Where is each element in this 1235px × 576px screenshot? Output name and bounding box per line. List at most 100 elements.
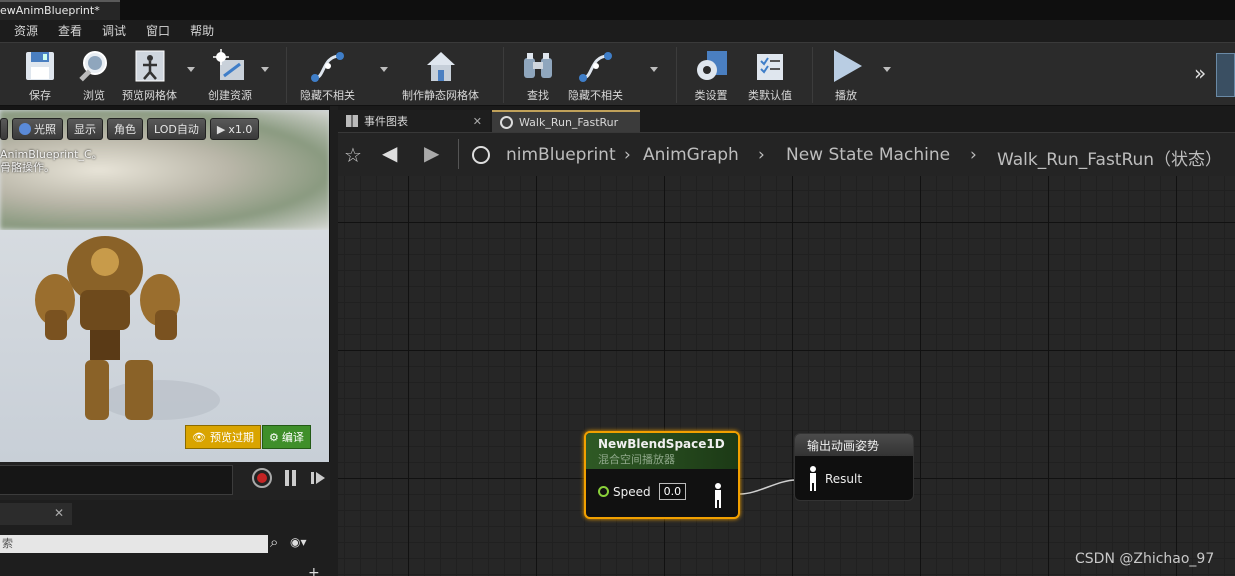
playback-speed-button[interactable]: ▶ x1.0 [209,118,260,140]
preview-mesh-dropdown-icon[interactable] [187,67,195,72]
node-header: NewBlendSpace1D 混合空间播放器 [586,433,738,469]
graph-tab-strip: 事件图表 ✕ Walk_Run_FastRur [338,106,1235,132]
breadcrumb-separator: › [758,145,765,165]
pause-button[interactable] [284,470,298,486]
panel-splitter[interactable] [330,106,338,576]
create-asset-dropdown-icon[interactable] [261,67,269,72]
lower-panel-tab[interactable]: ✕ [0,503,72,525]
close-icon[interactable]: ✕ [54,506,64,520]
toolbar: 保存 浏览 预览网格体 创建资源 隐藏不相关 制作静态网格体 查找 隐藏不相关 … [0,42,1235,106]
class-defaults-button[interactable]: 类默认值 [748,47,792,103]
favorite-star-icon[interactable]: ☆ [344,143,362,167]
breadcrumb-state-machine[interactable]: New State Machine [786,145,950,165]
back-arrow-icon[interactable]: ◀ [382,141,397,165]
magnifier-icon [74,47,114,85]
timeline-scrubber[interactable] [0,465,233,495]
title-bar: ewAnimBlueprint* [0,0,1235,20]
browse-button[interactable]: 浏览 [74,47,114,103]
class-settings-button[interactable]: 类设置 [691,47,731,103]
play-button[interactable]: 播放 [826,47,866,103]
tab-state-graph[interactable]: Walk_Run_FastRur [492,110,640,132]
search-icon[interactable]: ⌕ [270,533,278,551]
speed-pin-row: Speed 0.0 [598,483,687,500]
toolbar-thumbnail [1216,53,1235,97]
step-forward-icon [311,472,325,484]
toolbar-divider [286,47,287,103]
menu-window[interactable]: 窗口 [136,20,180,42]
speed-pin-label: Speed [613,484,651,499]
record-button[interactable] [252,468,272,488]
menu-view[interactable]: 查看 [48,20,92,42]
node-title: 输出动画姿势 [795,434,913,456]
house-icon [421,47,461,85]
search-input[interactable]: 索 [0,535,268,553]
grid-icon [346,115,358,127]
pose-output-pin-icon[interactable] [712,483,724,509]
character-button[interactable]: 角色 [107,118,143,140]
node-graph-icon [308,47,348,85]
checklist-icon [750,47,790,85]
create-asset-button[interactable]: 创建资源 [208,47,252,103]
speed-input-pin-icon[interactable] [598,486,609,497]
make-static-mesh-button[interactable]: 制作静态网格体 [402,47,479,103]
pose-input-pin-icon[interactable] [807,466,819,492]
forward-arrow-icon[interactable]: ▶ [424,141,439,165]
result-pin-label: Result [825,472,863,486]
add-icon[interactable]: + [308,565,320,576]
breadcrumb-anim-blueprint[interactable]: nimBlueprint [506,145,616,165]
preview-viewport[interactable]: 光照 显示 角色 LOD自动 ▶ x1.0 AnimBlueprint_C。 骨… [0,110,330,462]
toolbar-divider [812,47,813,103]
graph-canvas[interactable] [338,176,1235,576]
play-icon [826,47,866,85]
state-machine-icon [472,146,490,164]
step-forward-button[interactable] [310,470,326,486]
lit-mode-button[interactable]: 光照 [12,118,63,140]
preview-expired-badge: 👁 预览过期 [185,425,261,449]
toolbar-divider [503,47,504,103]
gear-icon: ⚙ [269,430,279,444]
breadcrumb-separator: › [624,145,631,165]
node-graph-icon [576,47,616,85]
character-model [35,236,220,420]
show-button[interactable]: 显示 [67,118,103,140]
lod-button[interactable]: LOD自动 [147,118,206,140]
save-button[interactable]: 保存 [20,47,60,103]
menu-help[interactable]: 帮助 [180,20,224,42]
tab-event-graph[interactable]: 事件图表 ✕ [338,110,490,132]
hide-unrelated-2-button[interactable]: 隐藏不相关 [568,47,623,103]
visibility-eye-icon[interactable]: ◉▾ [290,535,307,549]
node-subtitle: 混合空间播放器 [598,453,675,466]
pause-icon [285,470,289,486]
compile-button[interactable]: ⚙ 编译 [262,425,311,449]
hide-unrelated-button[interactable]: 隐藏不相关 [300,47,355,103]
viewport-menu-button[interactable] [0,118,8,140]
gear-icon [691,47,731,85]
output-pose-node[interactable]: 输出动画姿势 Result [794,433,914,501]
hide-unrelated-2-dropdown-icon[interactable] [650,67,658,72]
breadcrumb-anim-graph[interactable]: AnimGraph [643,145,739,165]
find-button[interactable]: 查找 [518,47,558,103]
preview-mesh-icon [130,47,170,85]
blendspace-node[interactable]: NewBlendSpace1D 混合空间播放器 Speed 0.0 [584,431,740,519]
viewport-options-bar: 光照 显示 角色 LOD自动 ▶ x1.0 [0,118,260,140]
breadcrumb-divider [458,139,459,169]
watermark: CSDN @Zhichao_97 [1075,551,1215,567]
speed-value-field[interactable]: 0.0 [658,483,687,500]
toolbar-divider [676,47,677,103]
state-icon [500,115,513,129]
window-title[interactable]: ewAnimBlueprint* [0,0,120,20]
sphere-icon [19,123,31,135]
close-icon[interactable]: ✕ [473,115,482,128]
toolbar-overflow-icon[interactable]: » [1194,61,1206,85]
record-icon [257,473,267,483]
pose-wire [739,479,797,495]
hide-unrelated-dropdown-icon[interactable] [380,67,388,72]
breadcrumb-separator: › [970,145,977,165]
breadcrumb-state[interactable]: Walk_Run_FastRun（状态） [997,145,1222,170]
binoculars-icon [518,47,558,85]
node-title: NewBlendSpace1D [598,437,725,451]
menu-debug[interactable]: 调试 [92,20,136,42]
preview-mesh-button[interactable]: 预览网格体 [122,47,177,103]
play-dropdown-icon[interactable] [883,67,891,72]
menu-asset[interactable]: 资源 [4,20,48,42]
